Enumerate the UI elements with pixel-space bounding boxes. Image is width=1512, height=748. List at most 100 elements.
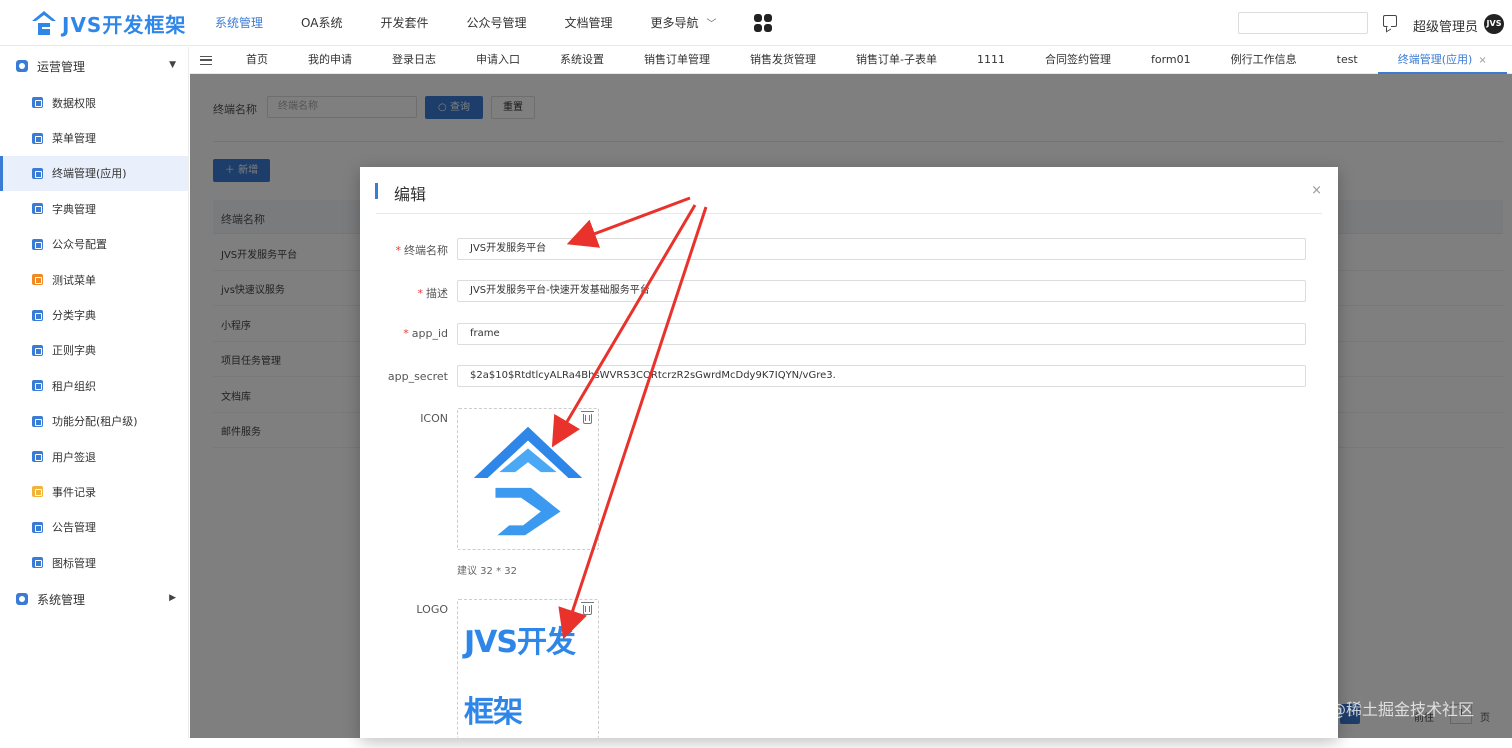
tab-routine-work[interactable]: 例行工作信息 xyxy=(1211,47,1317,74)
sidebar-item-label: 公告管理 xyxy=(52,521,96,535)
logout-icon xyxy=(32,451,43,463)
divider xyxy=(376,213,1322,214)
sidebar-item-terminal-manage[interactable]: 终端管理(应用) xyxy=(0,155,188,192)
tab-system-settings[interactable]: 系统设置 xyxy=(540,47,624,74)
sidebar-item-label: 公众号配置 xyxy=(52,238,107,252)
tab-sales-order-subform[interactable]: 销售订单-子表单 xyxy=(836,47,957,74)
description-input[interactable]: JVS开发服务平台-快速开发基础服务平台 xyxy=(457,280,1306,302)
top-search-input[interactable] xyxy=(1238,12,1368,34)
title-accent-bar xyxy=(375,183,378,199)
tab-home[interactable]: 首页 xyxy=(226,47,288,74)
close-icon[interactable]: × xyxy=(1478,55,1486,66)
name-field-label-text: 终端名称 xyxy=(404,244,448,257)
top-nav: 系统管理 OA系统 开发套件 公众号管理 文档管理 更多导航 ﹀ xyxy=(196,0,772,46)
name-field-label: * 终端名称 xyxy=(360,242,449,258)
sidebar-item-tenant-org[interactable]: 租户组织 xyxy=(0,368,188,403)
sidebar-item-label: 用户签退 xyxy=(52,450,96,464)
sidebar-group-operations[interactable]: 运营管理 ▼ xyxy=(0,47,188,85)
chevron-down-icon: ﹀ xyxy=(706,19,717,30)
sidebar: 运营管理 ▼ 数据权限 菜单管理 终端管理(应用) 字典管理 公众号配置 测试菜… xyxy=(0,47,189,738)
tab-sales-order[interactable]: 销售订单管理 xyxy=(624,47,730,74)
tab-my-requests[interactable]: 我的申请 xyxy=(288,47,372,74)
message-icon[interactable] xyxy=(1383,15,1397,27)
org-icon xyxy=(32,380,43,392)
user-name[interactable]: 超级管理员 xyxy=(1413,16,1478,35)
brand-name: JVS开发框架 xyxy=(62,12,187,37)
sidebar-item-test-menu[interactable]: 测试菜单 xyxy=(0,262,188,297)
sidebar-item-icon-manage[interactable]: 图标管理 xyxy=(0,545,188,580)
nav-oa[interactable]: OA系统 xyxy=(282,0,361,46)
nav-official-account[interactable]: 公众号管理 xyxy=(447,0,545,46)
app-grid-icon[interactable] xyxy=(753,14,772,32)
top-bar: JVS开发框架 系统管理 OA系统 开发套件 公众号管理 文档管理 更多导航 ﹀ … xyxy=(0,0,1512,46)
sidebar-item-function-assign[interactable]: 功能分配(租户级) xyxy=(0,404,188,439)
secret-field-label: app_secret xyxy=(387,370,448,383)
sidebar-item-label: 终端管理(应用) xyxy=(52,167,127,181)
log-icon xyxy=(32,486,43,498)
sidebar-item-user-logout[interactable]: 用户签退 xyxy=(0,439,188,474)
required-mark: * xyxy=(417,287,424,300)
tab-test[interactable]: test xyxy=(1317,47,1378,74)
required-mark: * xyxy=(395,244,402,257)
qrcode-icon xyxy=(32,238,43,250)
sidebar-item-label: 事件记录 xyxy=(52,485,96,499)
tab-contract[interactable]: 合同签约管理 xyxy=(1025,47,1131,74)
sidebar-item-event-log[interactable]: 事件记录 xyxy=(0,474,188,509)
app-secret-input[interactable]: $2a$10$RtdtlcyALRa4BhsWVRS3CORtcrzR2sGwr… xyxy=(457,365,1306,387)
appid-field-label: * app_id xyxy=(360,327,448,340)
category-icon xyxy=(32,309,43,321)
desc-field-label: * 描述 xyxy=(360,285,449,301)
tab-bar: 首页 我的申请 登录日志 申请入口 系统设置 销售订单管理 销售发货管理 销售订… xyxy=(190,47,1512,74)
sidebar-item-menu-manage[interactable]: 菜单管理 xyxy=(0,120,188,155)
icon-size-hint: 建议 32 * 32 xyxy=(457,566,517,577)
logo-upload[interactable]: JVS开发框架 xyxy=(457,599,599,738)
terminal-icon xyxy=(32,167,43,179)
tab-1111[interactable]: 1111 xyxy=(957,47,1025,74)
avatar[interactable]: JVS xyxy=(1484,14,1504,34)
sidebar-item-notice[interactable]: 公告管理 xyxy=(0,510,188,545)
nav-dev-kit[interactable]: 开发套件 xyxy=(361,0,447,46)
hamburger-menu-icon[interactable] xyxy=(200,55,212,65)
menu-icon xyxy=(32,132,43,144)
sidebar-item-label: 数据权限 xyxy=(52,96,96,110)
appid-field-label-text: app_id xyxy=(411,327,448,340)
sidebar-group-system[interactable]: 系统管理 ▶ xyxy=(0,580,188,618)
sidebar-item-label: 分类字典 xyxy=(52,309,96,323)
sidebar-item-regex-dict[interactable]: 正则字典 xyxy=(0,333,188,368)
sidebar-item-dictionary[interactable]: 字典管理 xyxy=(0,191,188,226)
icon-field-label: ICON xyxy=(420,412,448,425)
logo-image-text: JVS开发框架 xyxy=(464,625,576,730)
tab-sales-shipping[interactable]: 销售发货管理 xyxy=(730,47,836,74)
sidebar-item-label: 测试菜单 xyxy=(52,273,96,287)
nav-system-manage[interactable]: 系统管理 xyxy=(196,0,282,46)
sidebar-item-label: 功能分配(租户级) xyxy=(52,415,138,429)
sidebar-item-label: 正则字典 xyxy=(52,344,96,358)
tab-form01[interactable]: form01 xyxy=(1131,47,1211,74)
tab-login-log[interactable]: 登录日志 xyxy=(372,47,456,74)
app-id-input[interactable]: frame xyxy=(457,323,1306,345)
sidebar-item-label: 菜单管理 xyxy=(52,132,96,146)
tab-apply-entry[interactable]: 申请入口 xyxy=(456,47,540,74)
trash-icon[interactable] xyxy=(581,411,594,424)
sidebar-group-label: 系统管理 xyxy=(37,592,86,607)
watermark: @稀土掘金技术社区 xyxy=(1330,700,1475,719)
caret-right-icon: ▶ xyxy=(169,593,176,604)
logo-field-label: LOGO xyxy=(416,603,448,616)
brand-logo[interactable]: JVS开发框架 xyxy=(30,8,186,38)
sidebar-item-label: 字典管理 xyxy=(52,202,96,216)
required-mark: * xyxy=(403,327,409,340)
sidebar-item-data-permission[interactable]: 数据权限 xyxy=(0,85,188,120)
gear-icon xyxy=(16,60,28,72)
tab-terminal-manage[interactable]: 终端管理(应用) × xyxy=(1377,47,1507,74)
nav-more-label: 更多导航 xyxy=(650,16,699,30)
sidebar-item-official-account-config[interactable]: 公众号配置 xyxy=(0,227,188,262)
sidebar-group-label: 运营管理 xyxy=(37,59,86,74)
jvs-logo-icon xyxy=(32,11,56,35)
nav-more[interactable]: 更多导航 ﹀ xyxy=(632,0,736,46)
caret-down-icon: ▼ xyxy=(169,60,176,70)
nav-document[interactable]: 文档管理 xyxy=(546,0,632,46)
icon-upload[interactable] xyxy=(457,408,599,550)
name-input[interactable]: JVS开发服务平台 xyxy=(457,238,1306,260)
sidebar-item-category-dict[interactable]: 分类字典 xyxy=(0,297,188,332)
close-icon[interactable]: × xyxy=(1311,183,1322,198)
